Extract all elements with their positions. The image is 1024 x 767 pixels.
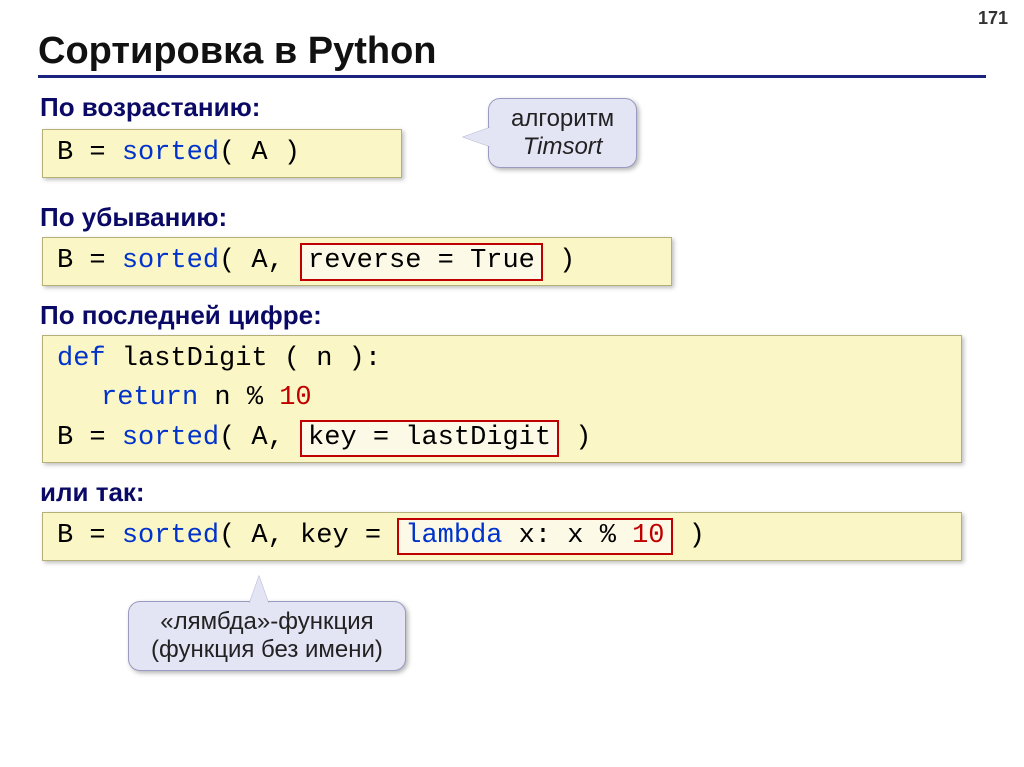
callout-line: Timsort bbox=[511, 133, 614, 161]
callout-line: (функция без имени) bbox=[151, 636, 383, 664]
code-token: x: x % bbox=[502, 521, 632, 551]
code-ascending: B = sorted( A ) bbox=[42, 129, 402, 178]
callout-arrow-icon bbox=[249, 576, 269, 604]
callout-line: алгоритм bbox=[511, 105, 614, 133]
code-highlight-reverse: reverse = True bbox=[300, 243, 543, 281]
callout-arrow-icon bbox=[463, 127, 491, 147]
code-token: ( A, bbox=[219, 246, 300, 276]
code-lambda: B = sorted( A, key = lambda x: x % 10 ) bbox=[42, 512, 962, 561]
code-token: B = bbox=[57, 138, 122, 168]
code-descending: B = sorted( A, reverse = True ) bbox=[42, 237, 672, 286]
code-token: n % bbox=[198, 383, 279, 413]
slide-title: Сортировка в Python bbox=[38, 30, 986, 73]
callout-timsort: алгоритм Timsort bbox=[488, 98, 637, 168]
page-number: 171 bbox=[978, 8, 1008, 29]
code-token: lastDigit ( n ): bbox=[106, 344, 381, 374]
code-token-number: 10 bbox=[632, 521, 664, 551]
code-token-sorted: sorted bbox=[122, 521, 219, 551]
section-lambda-label: или так: bbox=[40, 477, 986, 508]
code-token-sorted: sorted bbox=[122, 138, 219, 168]
code-token-number: 10 bbox=[279, 383, 311, 413]
code-token: B = bbox=[57, 246, 122, 276]
code-token-def: def bbox=[57, 344, 106, 374]
code-token: B = bbox=[57, 423, 122, 453]
code-token: ) bbox=[673, 521, 705, 551]
code-token: ( A ) bbox=[219, 138, 300, 168]
code-token: B = bbox=[57, 521, 122, 551]
code-token-sorted: sorted bbox=[122, 246, 219, 276]
callout-line: «лямбда»-функция bbox=[151, 608, 383, 636]
code-token-return: return bbox=[101, 383, 198, 413]
section-descending-label: По убыванию: bbox=[40, 202, 986, 233]
section-lastdigit-label: По последней цифре: bbox=[40, 300, 986, 331]
title-rule bbox=[38, 75, 986, 78]
code-token-lambda: lambda bbox=[405, 521, 502, 551]
code-token: ( A, bbox=[219, 423, 300, 453]
code-token: ) bbox=[559, 423, 591, 453]
code-highlight-lambda: lambda x: x % 10 bbox=[397, 518, 672, 556]
code-token: ) bbox=[543, 246, 575, 276]
slide-content: Сортировка в Python По возрастанию: B = … bbox=[0, 0, 1024, 671]
code-token-sorted: sorted bbox=[122, 423, 219, 453]
code-token: ( A, key = bbox=[219, 521, 397, 551]
code-lastdigit: def lastDigit ( n ): return n % 10 B = s… bbox=[42, 335, 962, 462]
callout-lambda: «лямбда»-функция (функция без имени) bbox=[128, 601, 406, 671]
code-highlight-key: key = lastDigit bbox=[300, 420, 559, 458]
